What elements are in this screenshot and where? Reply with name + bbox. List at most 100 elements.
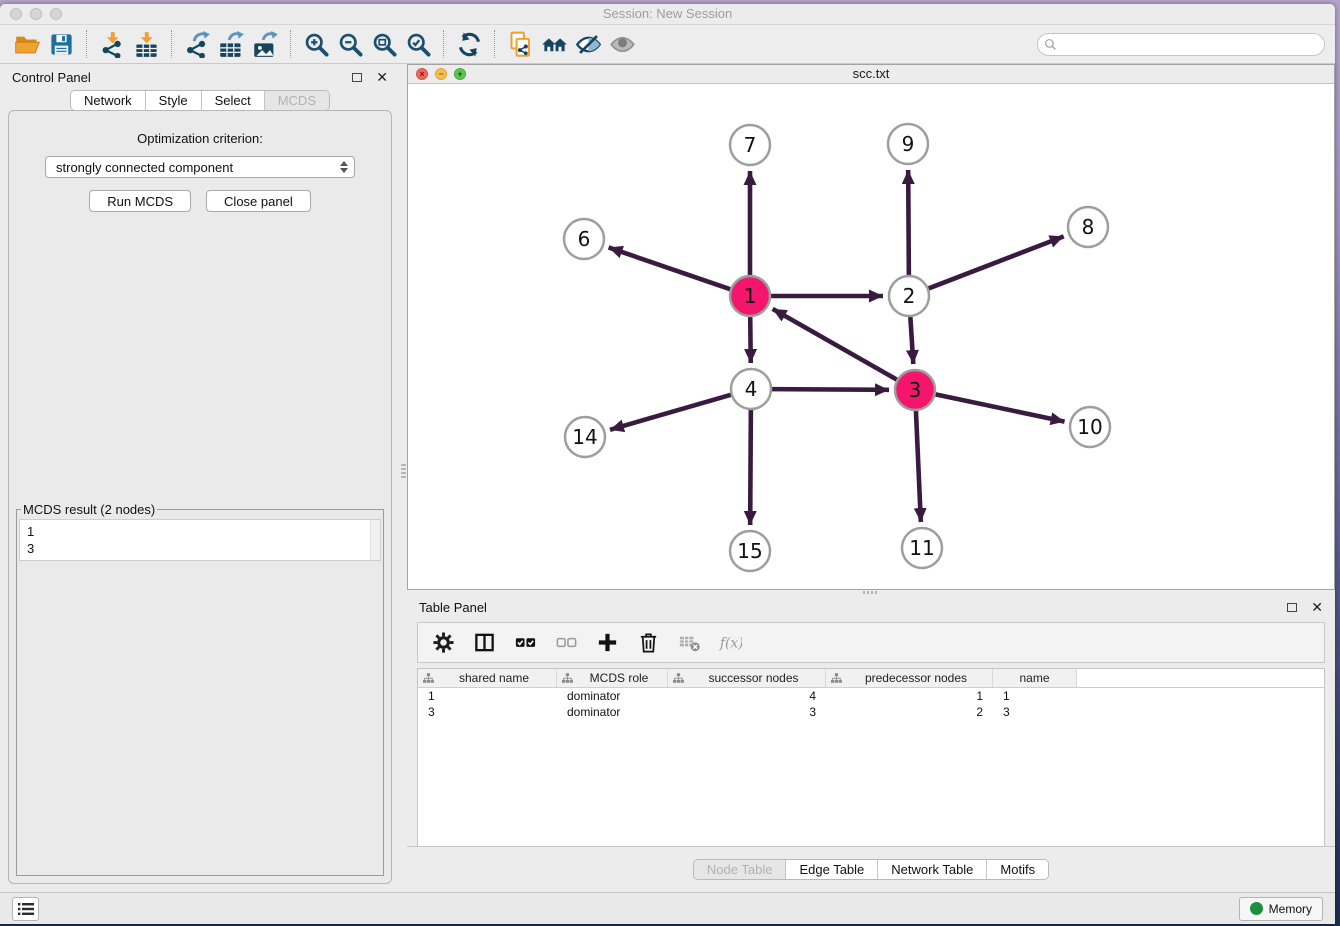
- graph-edge-1-6[interactable]: [609, 247, 731, 289]
- show-columns-button[interactable]: [471, 630, 497, 656]
- select-all-columns-button[interactable]: [512, 630, 538, 656]
- close-window-icon[interactable]: [10, 8, 22, 20]
- show-all-button[interactable]: [605, 28, 639, 60]
- zoom-window-icon[interactable]: [50, 8, 62, 20]
- window-traffic-lights[interactable]: [10, 8, 62, 20]
- memory-button[interactable]: Memory: [1239, 897, 1323, 921]
- zoom-in-button[interactable]: [299, 28, 333, 60]
- graph-node-10[interactable]: 10: [1070, 407, 1110, 447]
- graph-node-7[interactable]: 7: [730, 125, 770, 165]
- new-network-from-selection-button[interactable]: [503, 28, 537, 60]
- frame-maximize-icon[interactable]: +: [454, 68, 466, 80]
- table-row[interactable]: 3dominator323: [418, 704, 1324, 720]
- export-network-icon: [184, 31, 211, 58]
- zoom-out-button[interactable]: [333, 28, 367, 60]
- graph-node-9[interactable]: 9: [888, 124, 928, 164]
- column-header-successor-nodes[interactable]: successor nodes: [668, 669, 826, 687]
- optimization-criterion-select[interactable]: strongly connected component: [45, 156, 355, 178]
- open-session-button[interactable]: [10, 28, 44, 60]
- unselect-all-columns-button[interactable]: [553, 630, 579, 656]
- vertical-splitter[interactable]: [400, 64, 407, 892]
- import-network-icon: [99, 31, 126, 58]
- graph-node-6[interactable]: 6: [564, 219, 604, 259]
- main-toolbar: [0, 25, 1335, 64]
- table-cell: 2: [826, 704, 993, 720]
- float-panel-icon[interactable]: [352, 73, 362, 82]
- tab-network-table[interactable]: Network Table: [878, 860, 987, 879]
- search-input[interactable]: [1037, 33, 1325, 56]
- add-column-button[interactable]: [594, 630, 620, 656]
- close-panel-icon[interactable]: ✕: [1311, 602, 1323, 612]
- tab-node-table[interactable]: Node Table: [694, 860, 787, 879]
- tab-network[interactable]: Network: [71, 91, 146, 110]
- hide-selected-button[interactable]: [571, 28, 605, 60]
- graph-edge-3-10[interactable]: [936, 394, 1065, 421]
- tab-mcds[interactable]: MCDS: [265, 91, 329, 110]
- mcds-result-title: MCDS result (2 nodes): [21, 502, 157, 517]
- select-stepper-icon: [340, 161, 348, 173]
- graph-node-11[interactable]: 11: [902, 528, 942, 568]
- import-network-button[interactable]: [95, 28, 129, 60]
- task-history-button[interactable]: [12, 897, 39, 921]
- window-title: Session: New Session: [0, 4, 1335, 24]
- graph-edge-2-8[interactable]: [929, 236, 1064, 288]
- graph-node-3[interactable]: 3: [895, 370, 935, 410]
- minimize-window-icon[interactable]: [30, 8, 42, 20]
- zoom-selected-button[interactable]: [401, 28, 435, 60]
- tab-motifs[interactable]: Motifs: [987, 860, 1048, 879]
- horizontal-splitter[interactable]: [407, 590, 1335, 594]
- tab-edge-table[interactable]: Edge Table: [786, 860, 878, 879]
- frame-minimize-icon[interactable]: −: [435, 68, 447, 80]
- table-row[interactable]: 1dominator411: [418, 688, 1324, 704]
- run-mcds-button[interactable]: Run MCDS: [89, 190, 191, 212]
- tab-select[interactable]: Select: [202, 91, 265, 110]
- delete-columns-button[interactable]: [635, 630, 661, 656]
- graph-node-2[interactable]: 2: [889, 276, 929, 316]
- graph-edge-2-3[interactable]: [910, 317, 913, 364]
- column-header-predecessor-nodes[interactable]: predecessor nodes: [826, 669, 993, 687]
- column-header-mcds-role[interactable]: MCDS role: [557, 669, 668, 687]
- graph-edge-4-15[interactable]: [750, 410, 751, 525]
- function-builder-button[interactable]: f(x): [717, 630, 743, 656]
- column-header-shared-name[interactable]: shared name: [418, 669, 557, 687]
- svg-text:f(x): f(x): [719, 635, 742, 651]
- houses-icon: [541, 31, 568, 58]
- tab-style[interactable]: Style: [146, 91, 202, 110]
- result-scrollbar[interactable]: [370, 520, 380, 560]
- zoom-fit-button[interactable]: [367, 28, 401, 60]
- export-network-button[interactable]: [180, 28, 214, 60]
- network-canvas[interactable]: 7 9 6 8 1 2 4 3 14 10 15 11: [408, 84, 1334, 589]
- export-image-button[interactable]: [248, 28, 282, 60]
- delete-table-button[interactable]: [676, 630, 702, 656]
- control-panel-title: Control Panel: [12, 70, 91, 85]
- column-header-name[interactable]: name: [993, 669, 1077, 687]
- frame-close-icon[interactable]: ×: [416, 68, 428, 80]
- save-session-button[interactable]: [44, 28, 78, 60]
- export-table-button[interactable]: [214, 28, 248, 60]
- graph-node-1[interactable]: 1: [730, 276, 770, 316]
- memory-label: Memory: [1269, 902, 1312, 916]
- graph-node-8[interactable]: 8: [1068, 207, 1108, 247]
- first-neighbors-button[interactable]: [537, 28, 571, 60]
- graph-edge-4-14[interactable]: [610, 395, 731, 430]
- close-panel-button[interactable]: Close panel: [206, 190, 311, 212]
- graph-node-14[interactable]: 14: [565, 417, 605, 457]
- selected-option: strongly connected component: [56, 160, 340, 175]
- apply-layout-button[interactable]: [452, 28, 486, 60]
- graph-edge-4-3[interactable]: [772, 389, 889, 390]
- graph-node-4[interactable]: 4: [731, 369, 771, 409]
- toolbar-separator: [443, 30, 444, 58]
- float-panel-icon[interactable]: [1287, 603, 1297, 612]
- column-type-icon: [831, 673, 842, 683]
- table-mode-button[interactable]: [430, 630, 456, 656]
- network-document-icon: [507, 31, 534, 58]
- graph-node-15[interactable]: 15: [730, 531, 770, 571]
- import-table-button[interactable]: [129, 28, 163, 60]
- graph-edge-3-1[interactable]: [773, 309, 897, 380]
- memory-status-icon: [1250, 902, 1263, 915]
- graph-edge-2-9[interactable]: [908, 170, 909, 275]
- graph-edge-3-11[interactable]: [916, 411, 921, 522]
- table-toolbar: f(x): [417, 622, 1325, 663]
- close-panel-icon[interactable]: ✕: [376, 72, 388, 82]
- frame-traffic-lights[interactable]: × − +: [416, 68, 466, 80]
